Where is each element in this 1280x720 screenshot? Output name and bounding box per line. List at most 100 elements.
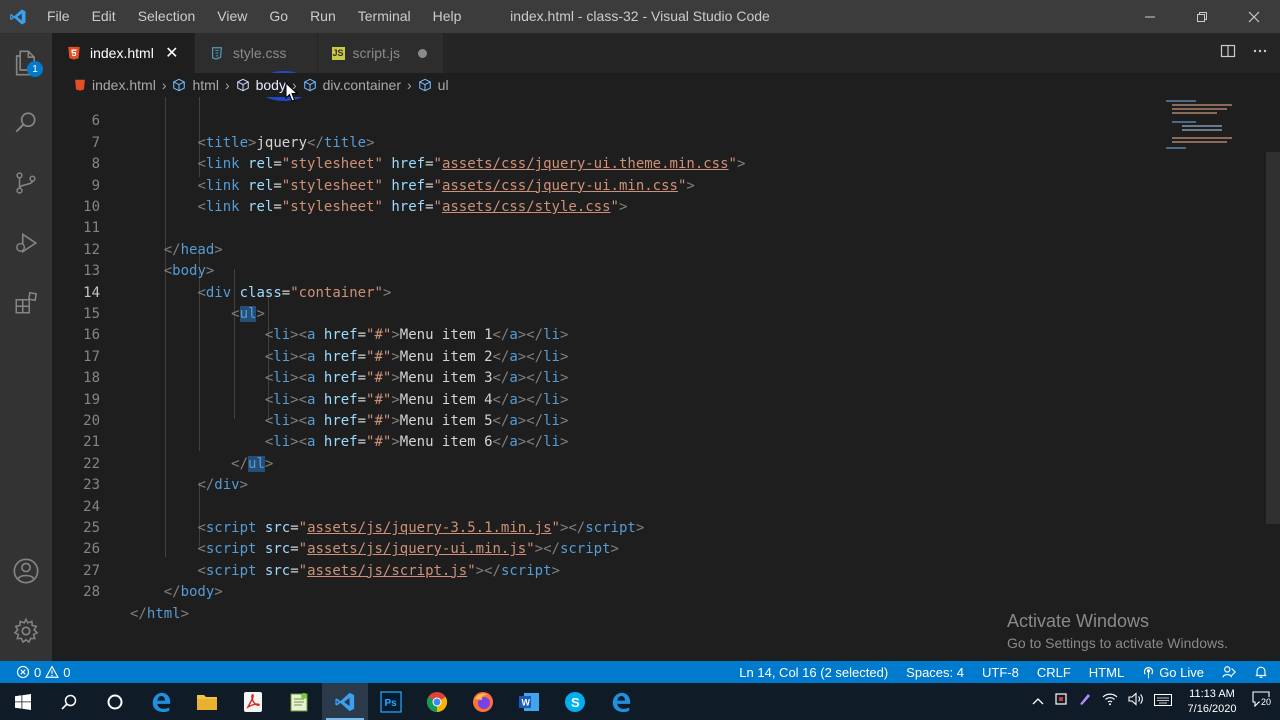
extensions-button[interactable] — [0, 273, 52, 333]
code-line: 12 <body> — [83, 241, 215, 280]
word-icon: W — [519, 692, 539, 711]
vscode-logo-icon — [0, 0, 36, 33]
notepad-icon — [290, 692, 308, 711]
taskbar-edge-legacy[interactable] — [138, 683, 184, 720]
minimize-button[interactable] — [1124, 0, 1176, 33]
menu-selection[interactable]: Selection — [127, 0, 207, 33]
tab-style-css[interactable]: style.css — [194, 33, 318, 73]
split-editor-icon[interactable] — [1220, 43, 1236, 64]
code-line: 28 </html> — [83, 584, 190, 622]
taskbar-notepad-plus[interactable] — [276, 683, 322, 720]
breadcrumb-div-container[interactable]: div.container — [303, 77, 401, 93]
close-icon — [1248, 11, 1260, 22]
tab-index-html[interactable]: index.html ✕ — [52, 33, 195, 73]
cursor-position[interactable]: Ln 14, Col 16 (2 selected) — [739, 665, 888, 680]
menu-run[interactable]: Run — [299, 0, 347, 33]
editor-scrollbar[interactable] — [1266, 152, 1280, 524]
edge-legacy-icon — [152, 692, 171, 712]
activity-bar: 1 — [0, 33, 52, 661]
tab-label: index.html — [90, 45, 154, 61]
taskbar-chrome[interactable] — [414, 683, 460, 720]
search-button[interactable] — [0, 93, 52, 153]
status-bar: 0 0 Ln 14, Col 16 (2 selected) Spaces: 4… — [0, 661, 1280, 683]
code-editor[interactable]: 6 <title>jquery</title> 7 <link rel="sty… — [52, 97, 1280, 661]
pen-tray-icon[interactable] — [1078, 692, 1092, 711]
code-line-current: 14 <ul> — [83, 284, 265, 322]
breadcrumb-body[interactable]: body — [236, 77, 286, 93]
taskbar-edge[interactable] — [598, 683, 644, 720]
encoding[interactable]: UTF-8 — [982, 665, 1019, 680]
show-hidden-icons-chevron-up-icon[interactable] — [1032, 693, 1044, 711]
close-window-button[interactable] — [1228, 0, 1280, 33]
source-control-button[interactable] — [0, 153, 52, 213]
taskbar-vscode[interactable] — [322, 683, 368, 720]
keyboard-icon[interactable] — [1154, 693, 1172, 711]
taskbar-skype[interactable]: S — [552, 683, 598, 720]
menu-bar: File Edit Selection View Go Run Terminal… — [36, 0, 472, 33]
taskbar-word[interactable]: W — [506, 683, 552, 720]
skype-icon: S — [565, 691, 585, 712]
code-line: 25 <script src="assets/js/jquery-ui.min.… — [83, 520, 619, 558]
system-tray: 11:13 AM 7/16/2020 20 — [1032, 683, 1280, 720]
unsaved-dot-icon[interactable] — [417, 48, 427, 58]
action-center-icon[interactable]: 20 — [1252, 691, 1273, 712]
breadcrumb-ul[interactable]: ul — [418, 77, 449, 93]
menu-go[interactable]: Go — [258, 0, 299, 33]
indentation[interactable]: Spaces: 4 — [906, 665, 964, 680]
taskbar-photoshop[interactable]: Ps — [368, 683, 414, 720]
more-actions-icon[interactable] — [1252, 43, 1268, 64]
tab-script-js[interactable]: JS script.js — [317, 33, 444, 73]
wifi-icon[interactable] — [1102, 692, 1118, 711]
manage-button[interactable] — [0, 601, 52, 661]
taskbar-clock[interactable]: 11:13 AM 7/16/2020 — [1182, 687, 1242, 717]
close-tab-icon[interactable]: ✕ — [162, 43, 182, 63]
window-controls — [1124, 0, 1280, 33]
taskbar-file-explorer[interactable] — [184, 683, 230, 720]
notifications-bell-icon[interactable] — [1254, 665, 1268, 679]
run-debug-button[interactable] — [0, 213, 52, 273]
menu-view[interactable]: View — [206, 0, 258, 33]
html5-icon — [74, 79, 86, 91]
js-icon: JS — [331, 46, 345, 60]
code-line: 20 <li><a href="#">Menu item 6</a></li> — [83, 413, 569, 451]
problems-status[interactable]: 0 0 — [0, 665, 70, 680]
line-ending[interactable]: CRLF — [1037, 665, 1071, 680]
editor-tab-bar: index.html ✕ style.css JS script.js — [52, 33, 1280, 73]
code-line: 10 — [83, 199, 100, 215]
menu-terminal[interactable]: Terminal — [347, 0, 422, 33]
warning-icon — [45, 665, 60, 678]
code-line: 23 — [83, 477, 100, 494]
error-icon — [16, 665, 30, 679]
cortana-icon — [107, 694, 123, 709]
explorer-button[interactable]: 1 — [0, 33, 52, 93]
extensions-icon — [15, 291, 38, 314]
go-live-button[interactable]: Go Live — [1142, 665, 1204, 680]
menu-help[interactable]: Help — [422, 0, 473, 33]
feedback-icon[interactable] — [1222, 665, 1236, 679]
taskbar-firefox[interactable] — [460, 683, 506, 720]
editor-actions — [1220, 33, 1268, 73]
minimap[interactable] — [1166, 97, 1266, 157]
code-line: 26 <script src="assets/js/script.js"></s… — [83, 541, 560, 579]
restore-button[interactable] — [1176, 0, 1228, 33]
code-line: 8 <link rel="stylesheet" href="assets/cs… — [91, 156, 695, 194]
taskbar-adobe-reader[interactable] — [230, 683, 276, 720]
language-mode[interactable]: HTML — [1089, 665, 1124, 680]
cortana-button[interactable] — [92, 683, 138, 720]
account-icon — [13, 558, 39, 584]
restore-icon — [1197, 11, 1207, 22]
security-tray-icon[interactable] — [1054, 692, 1068, 711]
photoshop-icon: Ps — [380, 690, 402, 713]
activate-windows-watermark: Activate Windows Go to Settings to activ… — [1007, 611, 1228, 651]
menu-file[interactable]: File — [36, 0, 81, 33]
start-button[interactable] — [0, 683, 46, 720]
menu-edit[interactable]: Edit — [81, 0, 127, 33]
tab-label: style.css — [232, 45, 287, 61]
breadcrumb-html[interactable]: html — [172, 77, 219, 93]
element-cube-icon — [303, 78, 317, 92]
volume-icon[interactable] — [1128, 692, 1144, 711]
search-icon — [15, 112, 36, 133]
taskbar-search-button[interactable] — [46, 683, 92, 720]
accounts-button[interactable] — [0, 541, 52, 601]
breadcrumb-file[interactable]: index.html — [74, 77, 156, 93]
